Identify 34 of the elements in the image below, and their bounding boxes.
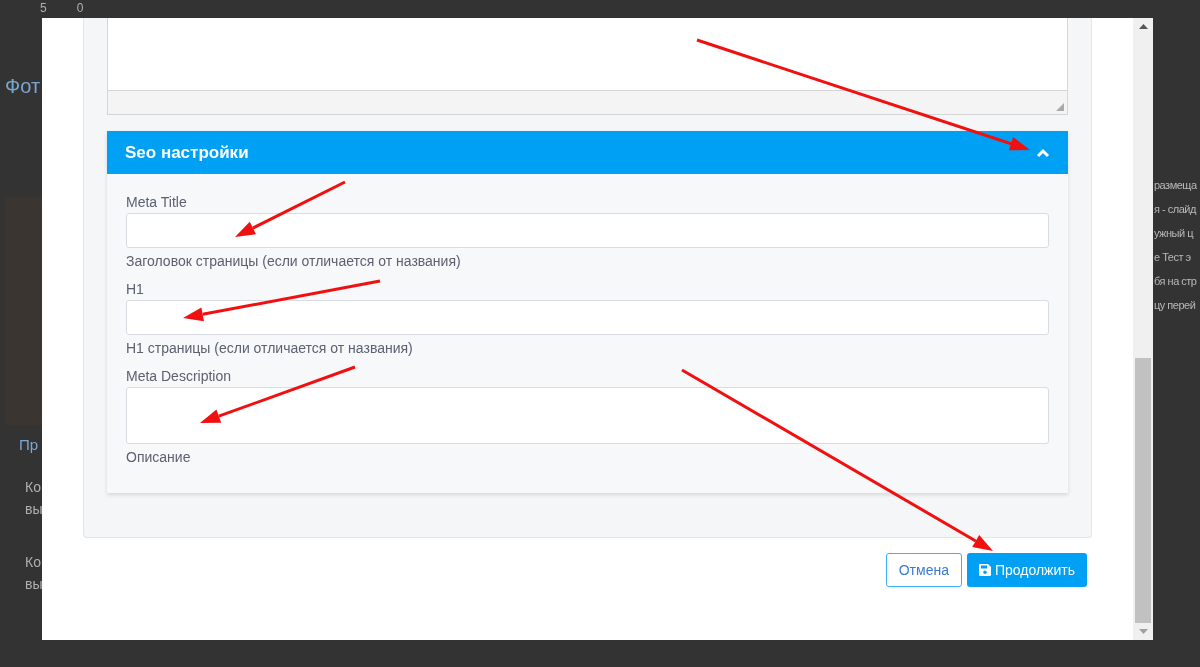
body-text: Ко: [25, 554, 41, 571]
field-label: Meta Title: [126, 193, 188, 212]
save-icon: [978, 564, 991, 576]
scrollbar-thumb[interactable]: [1135, 358, 1151, 623]
body-text: ужный ц: [1154, 226, 1195, 240]
link-text[interactable]: Пр: [19, 436, 39, 454]
field-label: H1: [126, 280, 145, 299]
field-label: Meta Description: [126, 367, 233, 386]
scroll-down-icon: [1138, 629, 1148, 634]
page-heading: Фот: [5, 74, 41, 98]
body-text: е Тест э: [1154, 250, 1192, 264]
body-text: цу перей: [1154, 298, 1197, 312]
seo-header[interactable]: Seo настройки: [107, 131, 1068, 174]
body-text: вы: [25, 501, 43, 518]
input-field[interactable]: [126, 213, 1049, 248]
input-field[interactable]: [126, 300, 1049, 335]
help-text: Описание: [126, 448, 192, 467]
body-text: бя на стр: [1154, 274, 1198, 288]
body-text: размеща: [1154, 178, 1198, 192]
counter-text: 5: [40, 1, 47, 15]
continue-button[interactable]: Продолжить: [966, 553, 1087, 587]
help-text: H1 страницы (если отличается от названия): [126, 339, 414, 358]
chevron-up-icon: [1036, 147, 1050, 158]
body-text: вы: [25, 576, 43, 593]
resize-grip-icon: [1056, 103, 1064, 111]
body-text: Ко: [25, 479, 41, 496]
scroll-up-icon: [1138, 24, 1148, 29]
body-text: я - слайд: [1154, 202, 1198, 216]
editor-textarea[interactable]: [107, 18, 1068, 90]
cancel-button[interactable]: Отмена: [885, 553, 962, 587]
help-text: Заголовок страницы (если отличается от названия): [126, 252, 462, 271]
counter-text: 0: [76, 1, 84, 15]
scrollbar[interactable]: [1133, 18, 1153, 640]
textarea-field[interactable]: [126, 387, 1049, 444]
